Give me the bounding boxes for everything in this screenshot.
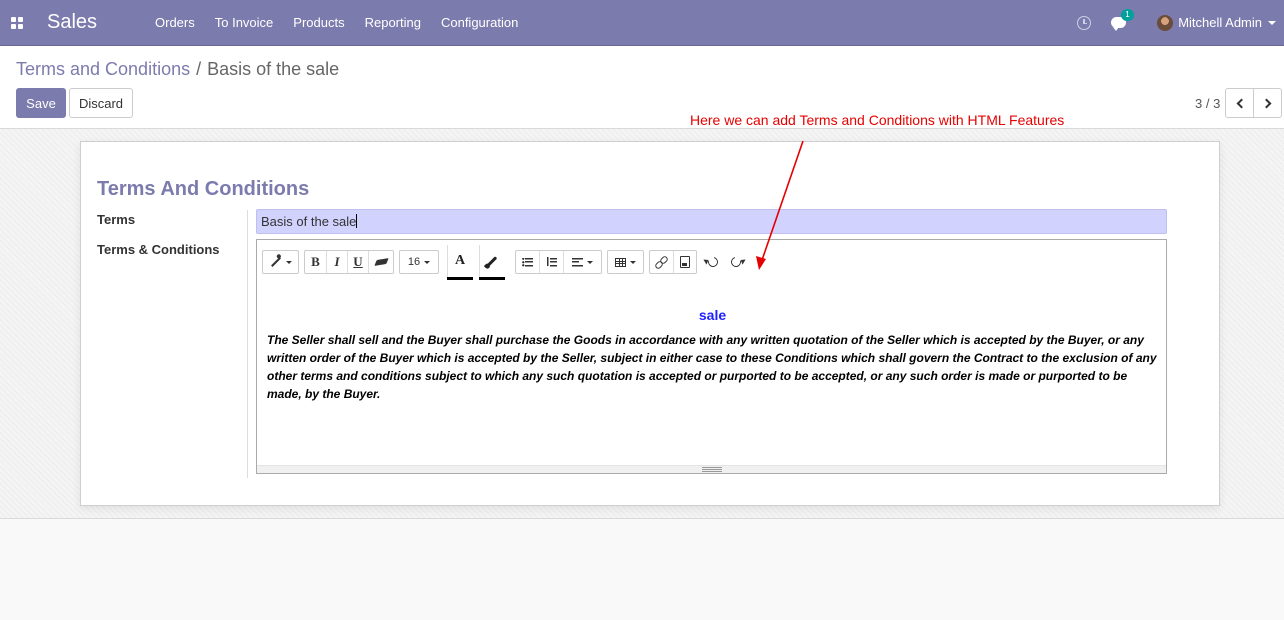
paint-brush-icon xyxy=(486,255,498,267)
align-left-icon xyxy=(572,257,583,267)
discard-button[interactable]: Discard xyxy=(69,88,133,118)
breadcrumb-parent[interactable]: Terms and Conditions xyxy=(16,59,190,80)
annotation-text: Here we can add Terms and Conditions wit… xyxy=(690,112,1065,128)
background-color-button[interactable] xyxy=(479,245,505,280)
editor-body-text[interactable]: The Seller shall sell and the Buyer shal… xyxy=(267,331,1157,403)
font-color-button[interactable]: A xyxy=(447,245,473,280)
app-title[interactable]: Sales xyxy=(47,11,145,34)
breadcrumb-current: Basis of the sale xyxy=(207,59,340,79)
font-size-value: 16 xyxy=(407,256,421,268)
link-icon xyxy=(655,256,667,268)
terms-input-value: Basis of the sale xyxy=(261,214,357,229)
menu-orders[interactable]: Orders xyxy=(145,0,205,46)
unordered-list-button[interactable] xyxy=(516,251,540,273)
main-menu: Orders To Invoice Products Reporting Con… xyxy=(145,0,528,46)
terms-conditions-label: Terms & Conditions xyxy=(97,242,220,257)
menu-reporting[interactable]: Reporting xyxy=(355,0,431,46)
ordered-list-button[interactable] xyxy=(540,251,564,273)
resize-grip-icon xyxy=(701,467,722,472)
list-ol-icon xyxy=(546,257,557,267)
undo-icon xyxy=(706,255,720,269)
insert-image-button[interactable] xyxy=(674,251,697,273)
html-editor[interactable]: B I U 16 A sale The Seller shall sell an… xyxy=(256,239,1167,474)
table-icon xyxy=(615,257,626,267)
breadcrumb: Terms and Conditions / Basis of the sale xyxy=(16,59,339,80)
editor-heading[interactable]: sale xyxy=(257,307,1168,323)
dropdown-caret-icon xyxy=(587,260,593,264)
toolbar-size-group: 16 xyxy=(399,250,439,274)
redo-button[interactable] xyxy=(729,254,743,270)
chevron-left-icon xyxy=(1236,98,1246,108)
dropdown-caret-icon xyxy=(424,260,431,264)
clock-icon[interactable] xyxy=(1077,15,1092,30)
toolbar-insert-group xyxy=(649,250,697,274)
text-cursor xyxy=(356,214,358,228)
eraser-icon xyxy=(373,258,389,266)
undo-button[interactable] xyxy=(706,254,720,270)
toolbar-table-group xyxy=(607,250,644,274)
pager-value[interactable]: 3 / 3 xyxy=(1195,96,1220,111)
paragraph-align-dropdown[interactable] xyxy=(564,251,601,273)
form-title: Terms And Conditions xyxy=(97,178,310,200)
menu-to-invoice[interactable]: To Invoice xyxy=(205,0,284,46)
top-navbar: Sales Orders To Invoice Products Reporti… xyxy=(0,0,1284,46)
breadcrumb-separator: / xyxy=(196,59,202,79)
pager-previous-button[interactable] xyxy=(1225,88,1254,118)
save-button[interactable]: Save xyxy=(16,88,66,118)
list-ul-icon xyxy=(522,257,533,267)
dropdown-caret-icon xyxy=(630,260,636,264)
menu-products[interactable]: Products xyxy=(283,0,354,46)
editor-resize-handle[interactable] xyxy=(257,465,1166,473)
pager-next-button[interactable] xyxy=(1253,88,1282,118)
navbar-systray: 1 Mitchell Admin xyxy=(1077,0,1284,46)
insert-table-dropdown[interactable] xyxy=(608,251,643,273)
terms-input[interactable]: Basis of the sale xyxy=(256,209,1167,234)
font-color-icon: A xyxy=(454,253,466,268)
magic-wand-icon xyxy=(270,257,281,267)
avatar[interactable] xyxy=(1157,14,1174,31)
form-sheet: Terms And Conditions Terms Terms & Condi… xyxy=(80,141,1220,506)
insert-link-button[interactable] xyxy=(650,251,674,273)
redo-icon xyxy=(729,255,743,269)
underline-button[interactable]: U xyxy=(348,251,369,273)
menu-configuration[interactable]: Configuration xyxy=(431,0,528,46)
form-view-background: Terms And Conditions Terms Terms & Condi… xyxy=(0,129,1284,519)
style-dropdown-button[interactable] xyxy=(263,251,298,273)
image-icon xyxy=(679,256,690,268)
caret-down-icon[interactable] xyxy=(1268,20,1276,25)
italic-button[interactable]: I xyxy=(327,251,348,273)
font-size-dropdown[interactable]: 16 xyxy=(400,251,438,273)
apps-grid-icon[interactable] xyxy=(0,0,33,46)
dropdown-caret-icon xyxy=(285,260,292,264)
terms-label: Terms xyxy=(97,212,136,227)
user-name[interactable]: Mitchell Admin xyxy=(1178,15,1262,30)
remove-format-button[interactable] xyxy=(369,251,393,273)
bold-button[interactable]: B xyxy=(305,251,327,273)
control-panel: Terms and Conditions / Basis of the sale… xyxy=(0,46,1284,129)
toolbar-font-group: B I U xyxy=(304,250,394,274)
chevron-right-icon xyxy=(1261,98,1271,108)
chat-badge: 1 xyxy=(1121,8,1134,21)
toolbar-style-group xyxy=(262,250,299,274)
toolbar-paragraph-group xyxy=(515,250,602,274)
annotation-arrow xyxy=(756,140,804,270)
messaging-menu[interactable]: 1 xyxy=(1111,8,1134,31)
label-divider xyxy=(247,210,248,478)
